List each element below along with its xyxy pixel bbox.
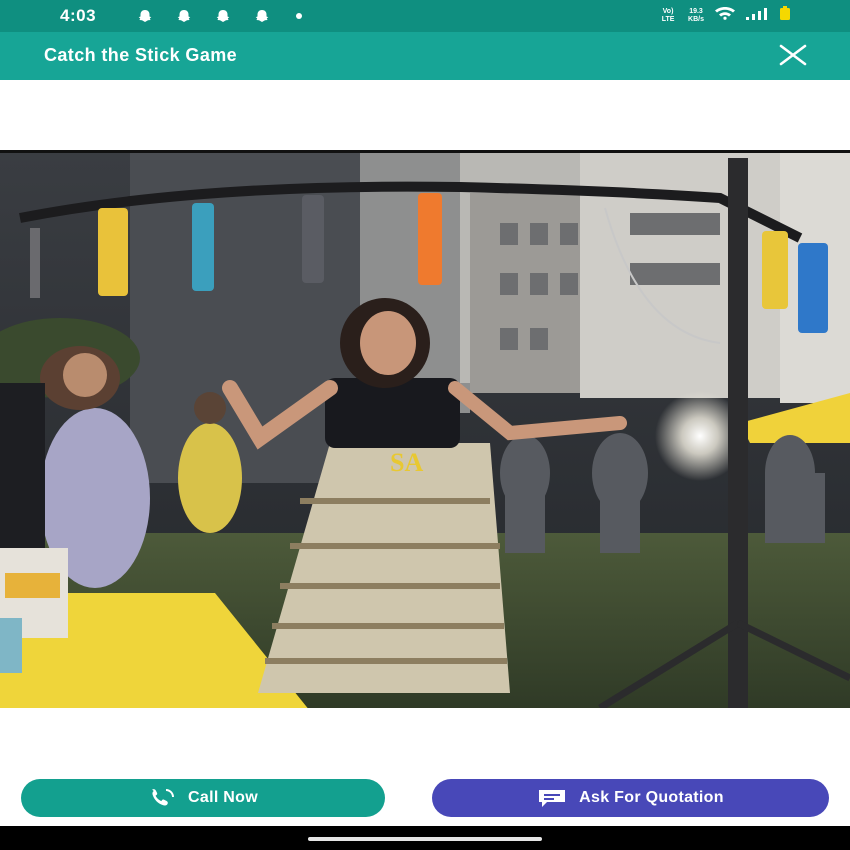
- network-speed: 19.3 KB/s: [688, 8, 704, 24]
- wifi-icon: [714, 6, 736, 25]
- home-gesture-handle[interactable]: [308, 837, 542, 841]
- status-indicators: Vo) LTE 19.3 KB/s: [658, 6, 790, 25]
- ask-for-quotation-label: Ask For Quotation: [579, 789, 724, 806]
- network-type-label: Vo) LTE: [661, 7, 675, 23]
- battery-icon: [780, 6, 790, 25]
- video-player[interactable]: SA: [0, 150, 850, 708]
- snapchat-icon: [137, 9, 153, 23]
- speed-value: 19.3: [689, 7, 703, 15]
- page-title: Catch the Stick Game: [44, 45, 238, 65]
- ask-for-quotation-button[interactable]: Ask For Quotation: [432, 779, 829, 817]
- signal-icon: [746, 7, 770, 25]
- chat-icon: [539, 790, 566, 807]
- status-time: 4:03: [60, 6, 97, 25]
- event-video-frame: SA: [0, 153, 850, 708]
- snapchat-icon: [176, 9, 192, 23]
- system-nav-bar: [0, 826, 850, 850]
- more-notifications-dot: [296, 13, 302, 19]
- close-button[interactable]: [776, 40, 810, 70]
- status-bar: 4:03 Vo) LTE 19.3 KB/s: [0, 0, 850, 32]
- app-bar: Catch the Stick Game: [0, 32, 850, 80]
- call-now-label: Call Now: [188, 789, 258, 806]
- phone-icon: [152, 789, 175, 806]
- close-icon: [779, 44, 807, 66]
- snapchat-icon: [254, 9, 270, 23]
- call-now-button[interactable]: Call Now: [21, 779, 385, 817]
- video-watermark-text: SA: [390, 448, 423, 477]
- speed-unit: KB/s: [688, 15, 704, 23]
- snapchat-icon: [215, 9, 231, 23]
